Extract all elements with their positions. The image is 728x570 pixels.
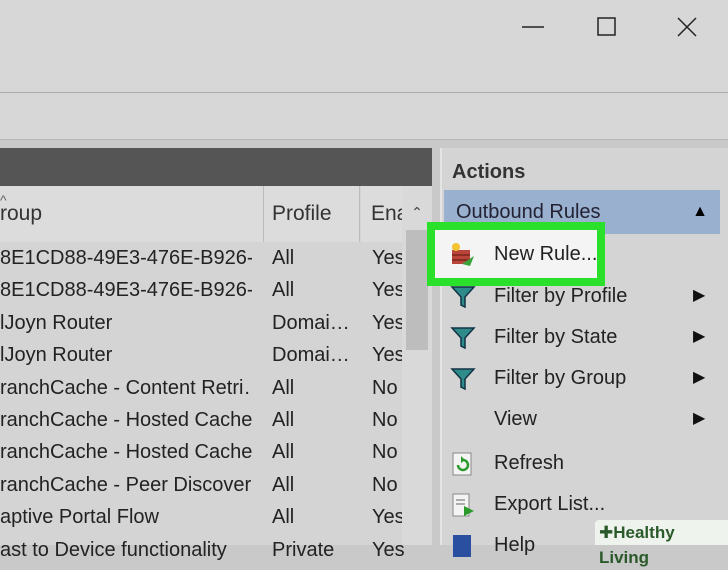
column-header-group[interactable]: ^ roup	[0, 186, 264, 242]
table-row[interactable]: lJoyn Router Domai… Yes	[0, 307, 405, 339]
cell-enabled: Yes	[372, 344, 405, 367]
watermark-logo: ✚Healthy Living	[595, 520, 728, 567]
close-icon[interactable]	[672, 12, 702, 42]
filter-icon	[450, 284, 476, 310]
cell-profile: All	[272, 506, 295, 529]
cell-profile: All	[272, 376, 295, 399]
table-row[interactable]: ranchCache - Peer Discover… All No	[0, 469, 402, 501]
maximize-icon[interactable]	[592, 12, 622, 42]
rules-table-pane: ^ roup Profile Ena 8E1CD88-49E3-476E-B92…	[0, 148, 432, 561]
submenu-arrow-icon: ▶	[693, 369, 706, 386]
cell-profile: All	[272, 441, 295, 464]
export-icon	[450, 492, 476, 518]
cell-group: lJoyn Router	[0, 344, 113, 367]
table-row[interactable]: ast to Device functionality Private Yes	[0, 534, 405, 566]
table-row[interactable]: ranchCache - Hosted Cache… All No	[0, 404, 402, 436]
cell-profile: All	[272, 247, 295, 269]
action-label: Filter by Group	[494, 367, 627, 389]
cell-group: aptive Portal Flow	[0, 506, 159, 529]
cell-enabled: No	[372, 376, 398, 399]
refresh-icon	[450, 451, 476, 477]
cell-profile: All	[272, 473, 295, 496]
action-filter-by-group[interactable]: Filter by Group ▶	[440, 358, 728, 398]
table-row[interactable]: ranchCache - Content Retri… All No	[0, 372, 402, 404]
cell-group: ranchCache - Peer Discover…	[0, 473, 252, 496]
menu-bar	[0, 54, 728, 93]
cell-group: ranchCache - Content Retri…	[0, 376, 252, 399]
action-export-list[interactable]: Export List...	[440, 484, 728, 524]
filter-icon	[450, 366, 476, 392]
cell-group: lJoyn Router	[0, 311, 113, 334]
submenu-arrow-icon: ▶	[693, 328, 706, 345]
action-label: Filter by State	[494, 326, 618, 348]
cell-group: ast to Device functionality	[0, 538, 227, 561]
cell-profile: Domai…	[272, 311, 350, 334]
title-bar	[0, 0, 728, 54]
cell-group: ranchCache - Hosted Cache…	[0, 441, 252, 464]
action-label: Filter by Profile	[494, 285, 628, 307]
action-label: Refresh	[494, 452, 565, 474]
cell-enabled: Yes	[372, 506, 405, 529]
cell-profile: All	[272, 408, 295, 431]
scroll-thumb[interactable]	[406, 230, 428, 350]
actions-title: Actions	[452, 161, 526, 183]
table-rows: 8E1CD88-49E3-476E-B926-… All Yes 8E1CD88-4…	[0, 242, 405, 566]
plus-icon: ✚	[599, 523, 614, 542]
column-header-enabled[interactable]: Ena	[361, 186, 408, 242]
section-label: Outbound Rules	[456, 201, 601, 223]
pane-header-bar	[0, 148, 432, 186]
action-label: New Rule...	[494, 243, 598, 265]
submenu-arrow-icon: ▶	[693, 410, 706, 427]
cell-enabled: Yes	[372, 538, 405, 561]
action-new-rule[interactable]: New Rule...	[440, 234, 728, 274]
cell-enabled: No	[372, 408, 398, 431]
table-row[interactable]: aptive Portal Flow All Yes	[0, 501, 405, 533]
table-row[interactable]: ranchCache - Hosted Cache… All No	[0, 436, 402, 468]
table-row[interactable]: 8E1CD88-49E3-476E-B926-… All Yes	[0, 242, 405, 274]
cell-enabled: Yes	[372, 279, 405, 302]
toolbar	[0, 93, 728, 140]
submenu-arrow-icon: ▶	[693, 287, 706, 304]
cell-group: 8E1CD88-49E3-476E-B926-…	[0, 247, 252, 269]
cell-enabled: Yes	[372, 247, 405, 269]
action-label: Help	[494, 534, 536, 556]
action-filter-by-state[interactable]: Filter by State ▶	[440, 317, 728, 357]
cell-profile: All	[272, 279, 295, 302]
cell-group: 8E1CD88-49E3-476E-B926-…	[0, 279, 252, 302]
cell-group: ranchCache - Hosted Cache…	[0, 408, 252, 431]
table-row[interactable]: 8E1CD88-49E3-476E-B926-… All Yes	[0, 274, 405, 306]
filter-icon	[450, 325, 476, 351]
cell-profile: Private	[272, 538, 335, 561]
action-label: Export List...	[494, 493, 606, 515]
new-rule-icon	[450, 242, 476, 268]
cell-enabled: No	[372, 473, 398, 496]
cell-enabled: Yes	[372, 311, 405, 334]
action-filter-by-profile[interactable]: Filter by Profile ▶	[440, 276, 728, 316]
column-header-profile[interactable]: Profile	[264, 186, 360, 242]
action-view[interactable]: View ▶	[440, 399, 728, 439]
cell-enabled: No	[372, 441, 398, 464]
collapse-icon[interactable]: ▲	[692, 190, 708, 234]
action-label: View	[494, 408, 537, 430]
table-row[interactable]: lJoyn Router Domai… Yes	[0, 339, 405, 371]
help-icon	[450, 533, 476, 559]
action-refresh[interactable]: Refresh	[440, 443, 728, 483]
cell-profile: Domai…	[272, 344, 350, 367]
minimize-icon[interactable]	[518, 12, 548, 42]
